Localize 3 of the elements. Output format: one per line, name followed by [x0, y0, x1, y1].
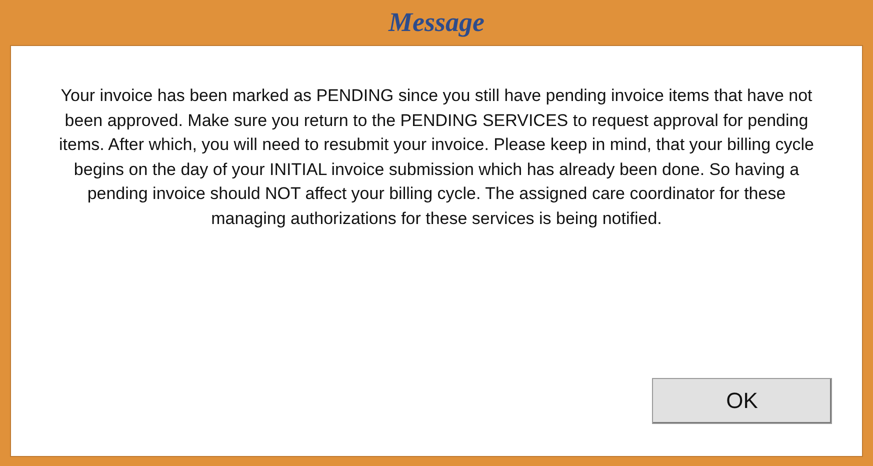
ok-button[interactable]: OK: [652, 378, 832, 424]
window-title: Message: [388, 7, 484, 38]
message-text: Your invoice has been marked as PENDING since you still have pending invoice items that have not been approved. Make sure you return to the PENDING SERVICES to request approval for pending items. After which, you will need to resubmit your invoice. Please keep in mind, that your billing cycle begins on the day of your INITIAL invoice submission which has already been done. So having a pending invoice should NOT affect your billing cycle. The assigned care coordinator for these managing authorizations for these services is being notified.: [58, 85, 815, 230]
